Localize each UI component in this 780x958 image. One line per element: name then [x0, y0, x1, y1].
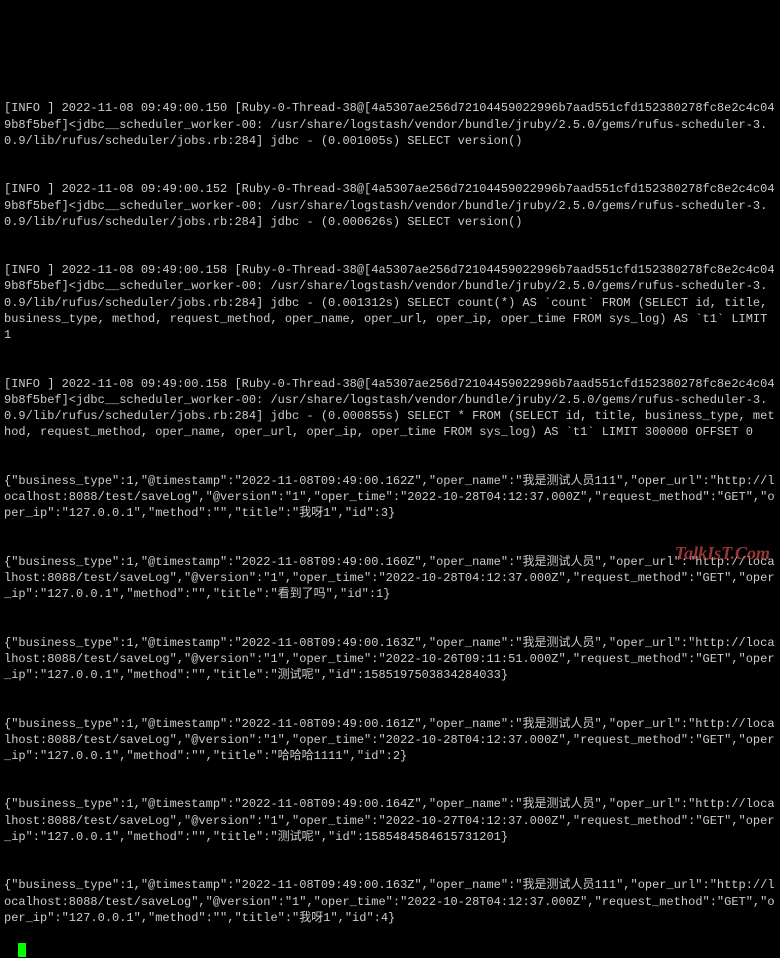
- log-line: [INFO ] 2022-11-08 09:49:00.152 [Ruby-0-…: [4, 181, 776, 230]
- log-line: {"business_type":1,"@timestamp":"2022-11…: [4, 877, 776, 926]
- log-line: {"business_type":1,"@timestamp":"2022-11…: [4, 473, 776, 522]
- log-line: {"business_type":1,"@timestamp":"2022-11…: [4, 796, 776, 845]
- log-line: [INFO ] 2022-11-08 09:49:00.158 [Ruby-0-…: [4, 262, 776, 343]
- log-line: {"business_type":1,"@timestamp":"2022-11…: [4, 716, 776, 765]
- terminal-cursor: [18, 943, 26, 957]
- log-line: {"business_type":1,"@timestamp":"2022-11…: [4, 635, 776, 684]
- terminal-output[interactable]: [INFO ] 2022-11-08 09:49:00.150 [Ruby-0-…: [4, 4, 776, 958]
- log-line: [INFO ] 2022-11-08 09:49:00.150 [Ruby-0-…: [4, 100, 776, 149]
- log-line: {"business_type":1,"@timestamp":"2022-11…: [4, 554, 776, 603]
- log-line: [INFO ] 2022-11-08 09:49:00.158 [Ruby-0-…: [4, 376, 776, 441]
